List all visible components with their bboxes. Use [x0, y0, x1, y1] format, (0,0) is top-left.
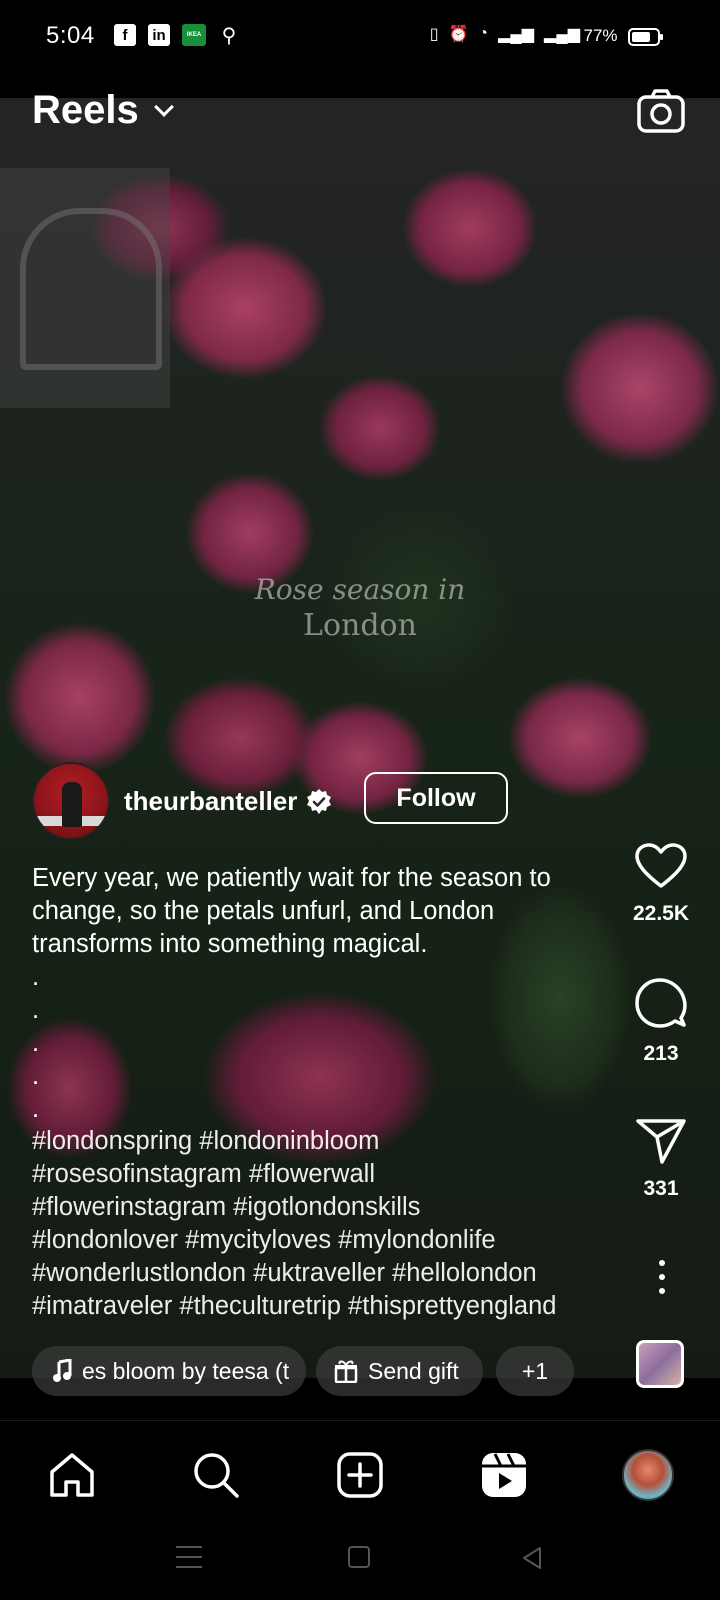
- comment-action[interactable]: 213: [626, 976, 696, 1066]
- signal-icon-2: ▂▄▆: [544, 26, 580, 43]
- reel-caption[interactable]: Every year, we patiently wait for the se…: [32, 862, 612, 1126]
- home-button[interactable]: [348, 1546, 370, 1568]
- profile-avatar: [622, 1449, 674, 1501]
- reels-title-dropdown[interactable]: Reels: [32, 88, 174, 133]
- nav-home[interactable]: [44, 1447, 100, 1503]
- caption-dot: .: [32, 963, 40, 991]
- add-icon: [337, 1452, 383, 1498]
- music-pill[interactable]: es bloom by teesa (t: [32, 1346, 306, 1396]
- facebook-icon: f: [114, 24, 136, 46]
- battery-percent: 77%: [583, 26, 618, 45]
- nav-search[interactable]: [188, 1447, 244, 1503]
- creator-username-row[interactable]: theurbanteller: [124, 786, 333, 817]
- caption-text: Every year, we patiently wait for the se…: [32, 864, 551, 958]
- like-action[interactable]: 22.5K: [626, 842, 696, 926]
- status-bar: 5:04 f in IKEA ⚲ ▯ ⏰ ◔ ▂▄▆ ▂▄▆ 77%: [0, 0, 720, 72]
- caption-dot: .: [32, 1062, 40, 1090]
- follow-button[interactable]: Follow: [364, 772, 508, 824]
- audio-thumbnail[interactable]: [636, 1340, 684, 1388]
- reels-icon: [482, 1453, 526, 1497]
- system-navigation: [0, 1528, 720, 1600]
- bottom-navigation: [0, 1420, 720, 1528]
- more-dot-icon: [659, 1274, 665, 1280]
- search-icon: [194, 1453, 239, 1498]
- gift-icon: [334, 1360, 358, 1383]
- home-icon: [50, 1453, 94, 1497]
- send-gift-pill[interactable]: Send gift: [316, 1346, 483, 1396]
- camera-icon: [637, 89, 685, 133]
- video-overlay-text-line1: Rose season in: [254, 573, 466, 606]
- chevron-down-icon: [153, 96, 174, 117]
- location-icon: ⚲: [221, 24, 237, 47]
- page-title: Reels: [32, 88, 139, 132]
- more-dot-icon: [659, 1288, 665, 1294]
- vibrate-icon: ▯: [429, 26, 439, 43]
- creator-avatar[interactable]: [32, 762, 110, 840]
- send-icon: [636, 1119, 686, 1164]
- share-action[interactable]: 331: [626, 1117, 696, 1201]
- music-track-label: es bloom by teesa (t: [82, 1357, 290, 1384]
- battery-icon: [628, 27, 663, 46]
- nav-profile[interactable]: [620, 1447, 676, 1503]
- caption-dot: .: [32, 1029, 40, 1057]
- music-note-icon: [53, 1359, 72, 1382]
- signal-icon: ▂▄▆: [498, 26, 535, 43]
- status-time: 5:04: [46, 22, 95, 49]
- camera-button[interactable]: [636, 88, 686, 134]
- send-gift-label: Send gift: [368, 1357, 459, 1384]
- alarm-icon: ⏰: [448, 26, 469, 43]
- comment-count: 213: [643, 1042, 679, 1065]
- caption-dot: .: [32, 1095, 40, 1123]
- recents-button[interactable]: [176, 1546, 202, 1568]
- status-app-icons: f in IKEA ⚲: [114, 24, 240, 47]
- caption-dot: .: [32, 996, 40, 1024]
- more-dot-icon: [659, 1260, 665, 1266]
- battery-indicator: 77%: [583, 26, 663, 46]
- status-system-icons: ▯ ⏰ ◔ ▂▄▆ ▂▄▆: [430, 24, 580, 44]
- like-count: 22.5K: [632, 902, 690, 925]
- more-options-button[interactable]: [652, 1260, 672, 1294]
- ikea-icon: IKEA: [182, 24, 206, 46]
- linkedin-icon: in: [148, 24, 170, 46]
- back-icon[interactable]: [520, 1546, 544, 1570]
- verified-badge-icon: [307, 788, 332, 814]
- video-overlay-text-line2: London: [303, 608, 417, 643]
- wifi-icon: ◔: [478, 25, 489, 42]
- nav-reels[interactable]: [476, 1447, 532, 1503]
- share-count: 331: [643, 1177, 679, 1200]
- creator-username: theurbanteller: [124, 786, 298, 816]
- caption-hashtags[interactable]: #londonspring #londoninbloom #rosesofins…: [32, 1125, 632, 1323]
- nav-create[interactable]: [332, 1447, 388, 1503]
- heart-icon: [635, 843, 687, 888]
- comment-icon: [635, 978, 687, 1028]
- more-pill[interactable]: +1: [496, 1346, 574, 1396]
